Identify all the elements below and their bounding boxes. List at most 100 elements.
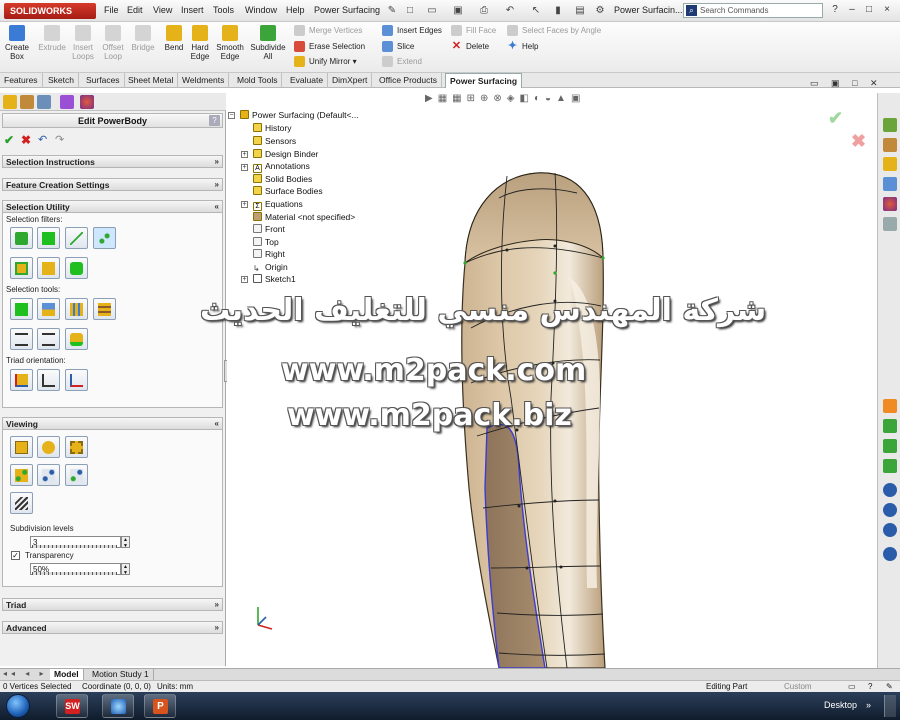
section-viewing[interactable]: Viewing « [2, 417, 223, 430]
pause-icon[interactable] [883, 483, 897, 497]
quick-tips-icon[interactable]: ✎ [886, 681, 893, 692]
tree-root-item[interactable]: Power Surfacing (Default<... [240, 109, 359, 122]
confirm-check-icon[interactable]: ✔ [828, 108, 843, 129]
triad-local-button[interactable] [37, 369, 60, 391]
section-triad[interactable]: Triad » [2, 598, 223, 611]
expand-design-binder-icon[interactable]: + [241, 151, 248, 158]
invert-selection-button[interactable] [93, 298, 116, 320]
taskbar-app-2[interactable] [102, 694, 134, 718]
tab-surfaces[interactable]: Surfaces [82, 73, 125, 88]
insert-edges-button[interactable]: Insert Edges [382, 25, 442, 37]
menu-window[interactable]: Window [245, 5, 277, 15]
section-selection-utility[interactable]: Selection Utility « [2, 200, 223, 213]
redo-icon[interactable]: ↷ [55, 133, 64, 146]
select-ring-button[interactable] [37, 257, 60, 279]
view-mesh-button[interactable] [65, 464, 88, 486]
tab-features[interactable]: Features [0, 73, 43, 88]
filter-points-button[interactable] [93, 227, 116, 249]
select-similar-button[interactable] [65, 328, 88, 350]
maximize-doc-icon[interactable]: □ [852, 78, 857, 88]
options-icon[interactable]: ⚙ [592, 3, 608, 19]
bend-button[interactable]: Bend [160, 25, 188, 52]
help-icon[interactable]: ? [209, 115, 220, 126]
view-solid-button[interactable] [10, 436, 33, 458]
zoom-icon[interactable]: ⊕ [480, 93, 493, 104]
solidworks-logo[interactable]: SOLIDWORKS [4, 3, 96, 19]
chat-icon[interactable] [883, 523, 897, 537]
tab-evaluate[interactable]: Evaluate [286, 73, 329, 88]
view-vertices-button[interactable] [10, 464, 33, 486]
tree-item-front[interactable]: Front [253, 223, 285, 236]
cancel-x-icon[interactable]: ✖ [851, 131, 866, 152]
status-custom-units[interactable]: Custom [784, 681, 812, 692]
tab-office-products[interactable]: Office Products [375, 73, 442, 88]
section-selection-instructions[interactable]: Selection Instructions » [2, 155, 223, 168]
merge-vertices-button[interactable]: Merge Vertices [294, 25, 362, 37]
restore-doc-icon[interactable]: ▭ [810, 78, 819, 88]
tab-mold-tools[interactable]: Mold Tools [233, 73, 283, 88]
tree-item-right[interactable]: Right [253, 248, 285, 261]
view-edges-button[interactable] [37, 464, 60, 486]
display-manager-tab-icon[interactable] [80, 95, 94, 109]
hard-edge-button[interactable]: Hard Edge [186, 25, 214, 61]
shrink-selection-button[interactable] [37, 298, 60, 320]
minimize-button[interactable]: – [845, 3, 859, 17]
ok-check-icon[interactable]: ✔ [4, 133, 14, 147]
search-icon[interactable]: ⌕ [686, 5, 697, 16]
new-document-icon[interactable]: □ [402, 3, 418, 19]
close-doc-icon[interactable]: ✕ [870, 78, 878, 88]
filter-faces-button[interactable] [37, 227, 60, 249]
menu-tools[interactable]: Tools [213, 5, 234, 15]
select-faces-by-angle-button[interactable]: Select Faces by Angle [507, 25, 601, 37]
print-icon[interactable]: ⎙ [476, 3, 492, 19]
select-all-button[interactable] [65, 298, 88, 320]
slice-button[interactable]: Slice [382, 41, 414, 53]
rebuild-icon[interactable]: ▮ [550, 3, 566, 19]
select-loop-button[interactable] [10, 257, 33, 279]
expand-annotations-icon[interactable]: + [241, 164, 248, 171]
tab-motion-study-1[interactable]: Motion Study 1 [88, 669, 154, 680]
extrude-button[interactable]: Extrude [36, 25, 68, 52]
tree-item-history[interactable]: History [253, 122, 291, 135]
smooth-edge-button[interactable]: Smooth Edge [213, 25, 247, 61]
property-manager-tab-icon[interactable] [20, 95, 34, 109]
solidworks-resources-icon[interactable] [883, 118, 897, 132]
display-icon[interactable] [883, 459, 897, 473]
filter-vertices-button[interactable] [10, 227, 33, 249]
start-button[interactable] [6, 694, 30, 718]
pin-icon[interactable]: ✎ [384, 3, 400, 19]
tab-model[interactable]: Model [50, 669, 84, 680]
tray-chevron-icon[interactable]: » [866, 700, 871, 710]
fill-face-button[interactable]: Fill Face [451, 25, 496, 37]
tree-item-sensors[interactable]: Sensors [253, 135, 296, 148]
undo-icon[interactable]: ↶ [502, 3, 518, 19]
bridge-button[interactable]: Bridge [128, 25, 158, 52]
save-icon[interactable]: ▣ [450, 3, 466, 19]
filter-edges-button[interactable] [65, 227, 88, 249]
delete-button[interactable]: ✕ Delete [451, 41, 489, 53]
display-style-icon[interactable]: ◧ [519, 93, 533, 104]
appearance-icon[interactable]: ◒ [545, 93, 556, 104]
tree-item-equations[interactable]: Σ Equations [253, 198, 303, 211]
taskbar-solidworks[interactable]: SW [56, 694, 88, 718]
collapse-tree-icon[interactable]: − [228, 112, 235, 119]
tab-sheet-metal[interactable]: Sheet Metal [124, 73, 179, 88]
dimxpert-tab-icon[interactable] [60, 95, 74, 109]
subdivision-levels-spinner[interactable]: ▲ ▼ [121, 536, 130, 549]
maximize-button[interactable]: □ [862, 3, 876, 17]
view-smooth-button[interactable] [37, 436, 60, 458]
help-question-button[interactable]: ? [828, 3, 842, 17]
grow-selection-button[interactable] [10, 298, 33, 320]
transparency-slider[interactable] [32, 572, 117, 575]
tree-item-solid-bodies[interactable]: Solid Bodies [253, 173, 312, 186]
extend-button[interactable]: Extend [382, 56, 422, 68]
menu-edit[interactable]: Edit [127, 5, 143, 15]
hide-show-icon[interactable]: ◐ [534, 93, 545, 104]
menu-power-surfacing[interactable]: Power Surfacing [314, 5, 380, 15]
subdivision-levels-slider[interactable] [32, 545, 117, 548]
section-view-icon[interactable]: ⊞ [467, 93, 480, 104]
menu-help[interactable]: Help [286, 5, 305, 15]
desktop-toolbar-label[interactable]: Desktop [824, 700, 857, 710]
cancel-x-icon[interactable]: ✖ [21, 133, 31, 147]
previous-view-icon[interactable]: ▶ [425, 93, 438, 104]
